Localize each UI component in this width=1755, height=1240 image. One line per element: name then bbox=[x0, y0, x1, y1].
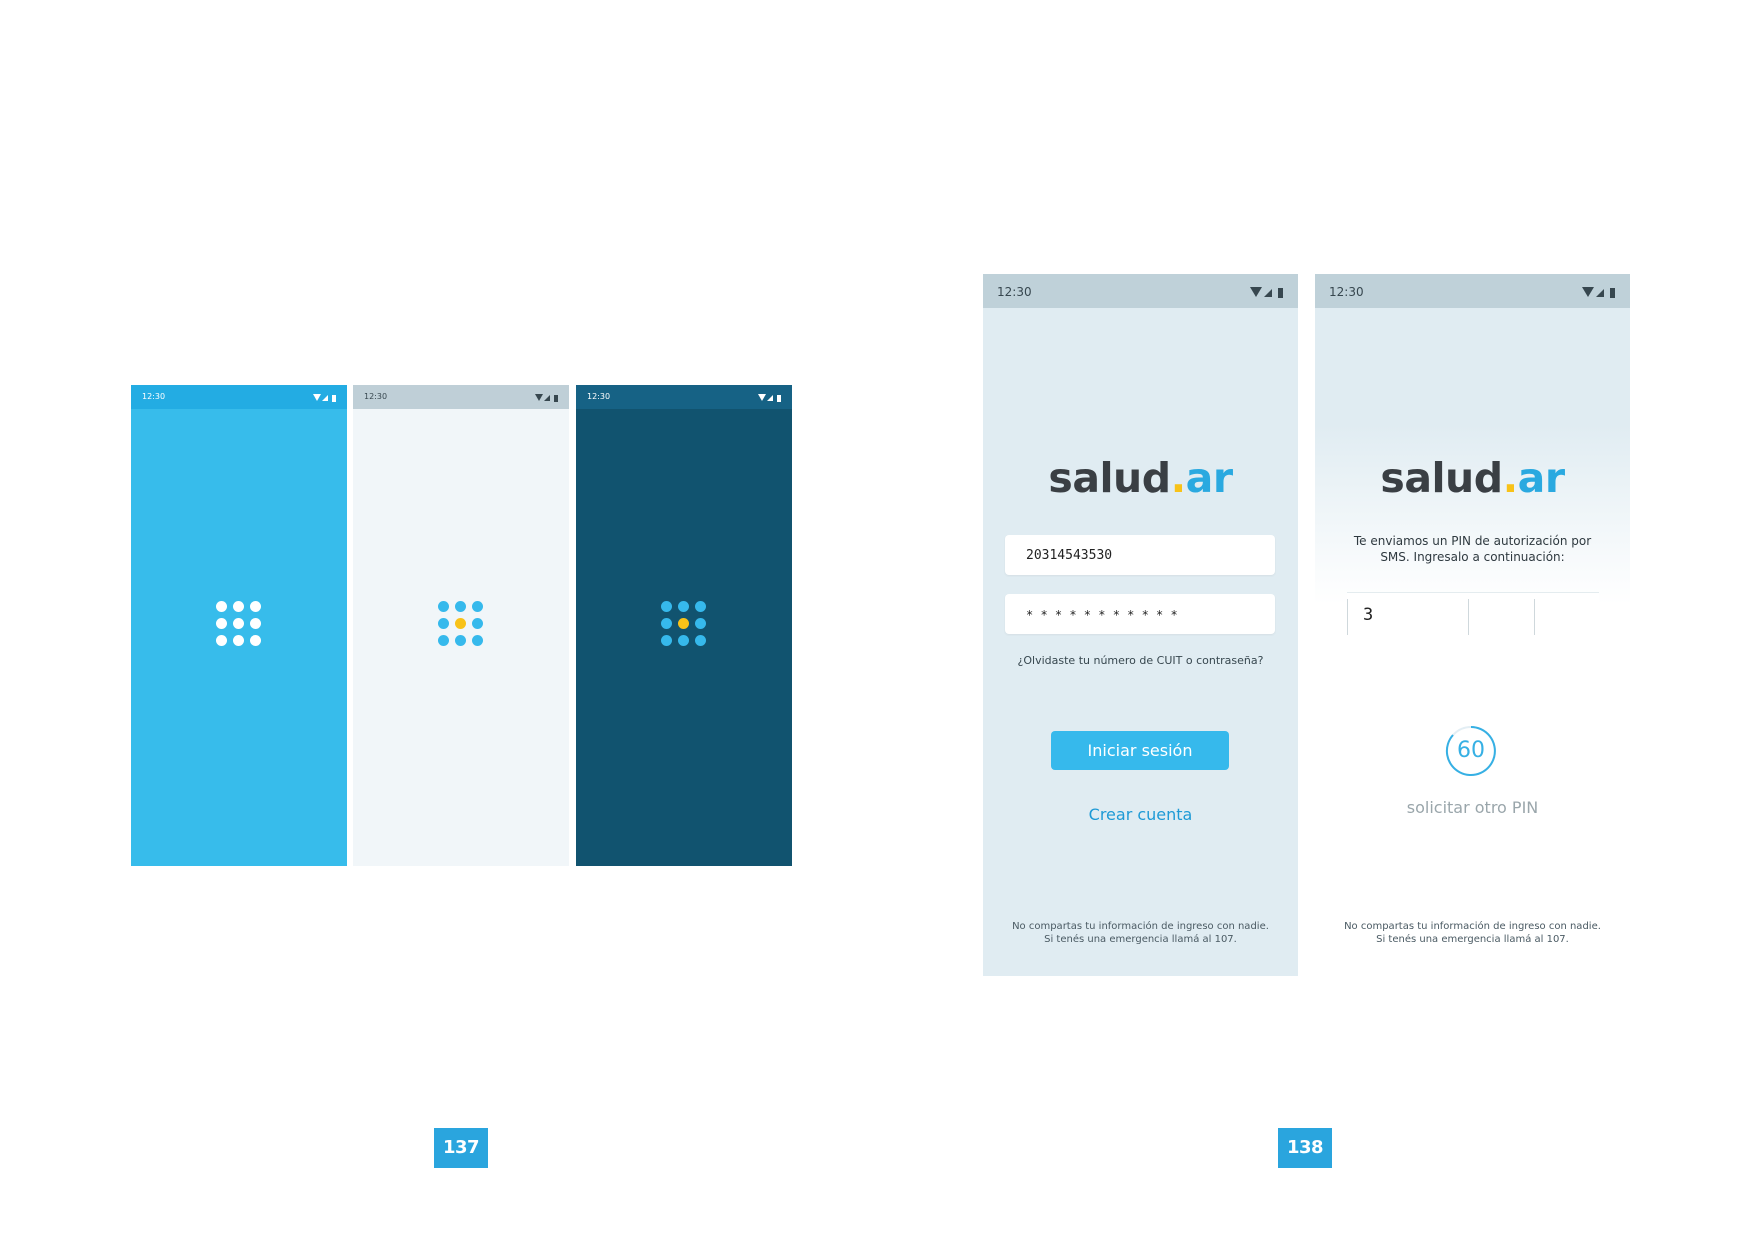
launcher-dot bbox=[678, 635, 689, 646]
launcher-dot bbox=[661, 618, 672, 629]
launcher-dot bbox=[472, 618, 483, 629]
launcher-dot bbox=[472, 635, 483, 646]
countdown-timer: 60 bbox=[1445, 725, 1497, 777]
status-time: 12:30 bbox=[142, 392, 166, 401]
splash-screen-light-blue: 12:30 bbox=[131, 385, 347, 866]
login-screen: 12:30 salud.ar 20314543530 * * * * * * *… bbox=[983, 274, 1298, 976]
launcher-dot bbox=[250, 618, 261, 629]
resend-pin-link[interactable]: solicitar otro PIN bbox=[1315, 798, 1630, 817]
status-icons bbox=[758, 394, 781, 402]
launcher-dot bbox=[438, 618, 449, 629]
cuit-input[interactable]: 20314543530 bbox=[1005, 535, 1275, 575]
pin-cell-divider bbox=[1468, 599, 1469, 635]
launcher-dot bbox=[661, 635, 672, 646]
launcher-dot bbox=[233, 618, 244, 629]
pin-input[interactable]: 3 bbox=[1347, 592, 1599, 635]
launcher-dot bbox=[695, 635, 706, 646]
launcher-dot bbox=[455, 601, 466, 612]
launcher-dot bbox=[216, 618, 227, 629]
launcher-dot bbox=[455, 635, 466, 646]
security-notice: No compartas tu información de ingreso c… bbox=[1344, 921, 1601, 945]
launcher-dot bbox=[678, 601, 689, 612]
launcher-dot bbox=[216, 601, 227, 612]
status-time: 12:30 bbox=[587, 392, 611, 401]
splash-screen-white: 12:30 bbox=[353, 385, 569, 866]
password-input[interactable]: * * * * * * * * * * * bbox=[1005, 594, 1275, 634]
status-icons bbox=[1582, 287, 1615, 298]
pin-cell-divider bbox=[1347, 599, 1348, 635]
page-number-badge: 138 bbox=[1278, 1128, 1332, 1168]
pin-digit: 3 bbox=[1363, 605, 1374, 625]
launcher-dot bbox=[250, 635, 261, 646]
launcher-dot bbox=[438, 601, 449, 612]
launcher-dot bbox=[661, 601, 672, 612]
forgot-credentials-link[interactable]: ¿Olvidaste tu número de CUIT o contraseñ… bbox=[983, 654, 1298, 667]
status-icons bbox=[535, 394, 558, 402]
status-time: 12:30 bbox=[364, 392, 388, 401]
launcher-dot bbox=[472, 601, 483, 612]
launcher-dot bbox=[233, 601, 244, 612]
launcher-dot bbox=[695, 601, 706, 612]
launcher-dot bbox=[216, 635, 227, 646]
password-value: * * * * * * * * * * * bbox=[1026, 608, 1178, 622]
salud-ar-logo: salud.ar bbox=[1380, 454, 1565, 502]
countdown-value: 60 bbox=[1457, 738, 1485, 763]
launcher-dot bbox=[250, 601, 261, 612]
salud-ar-logo: salud.ar bbox=[1048, 454, 1233, 502]
app-launcher-icon bbox=[216, 601, 262, 647]
cuit-value: 20314543530 bbox=[1026, 548, 1113, 563]
launcher-dot bbox=[233, 635, 244, 646]
pin-screen: 12:30 salud.ar Te enviamos un PIN de aut… bbox=[1315, 274, 1630, 976]
pin-instructions: Te enviamos un PIN de autorización por S… bbox=[1353, 534, 1592, 564]
status-time: 12:30 bbox=[997, 285, 1032, 299]
login-button[interactable]: Iniciar sesión bbox=[1051, 731, 1229, 770]
status-icons bbox=[313, 394, 336, 402]
pin-cell-divider bbox=[1534, 599, 1535, 635]
security-notice: No compartas tu información de ingreso c… bbox=[1012, 921, 1269, 945]
status-icons bbox=[1250, 287, 1283, 298]
launcher-dot bbox=[438, 635, 449, 646]
page-number-badge: 137 bbox=[434, 1128, 488, 1168]
splash-screen-dark-blue: 12:30 bbox=[576, 385, 792, 866]
status-time: 12:30 bbox=[1329, 285, 1364, 299]
launcher-dot bbox=[678, 618, 689, 629]
create-account-link[interactable]: Crear cuenta bbox=[983, 805, 1298, 824]
launcher-dot bbox=[455, 618, 466, 629]
app-launcher-icon bbox=[438, 601, 484, 647]
launcher-dot bbox=[695, 618, 706, 629]
app-launcher-icon bbox=[661, 601, 707, 647]
